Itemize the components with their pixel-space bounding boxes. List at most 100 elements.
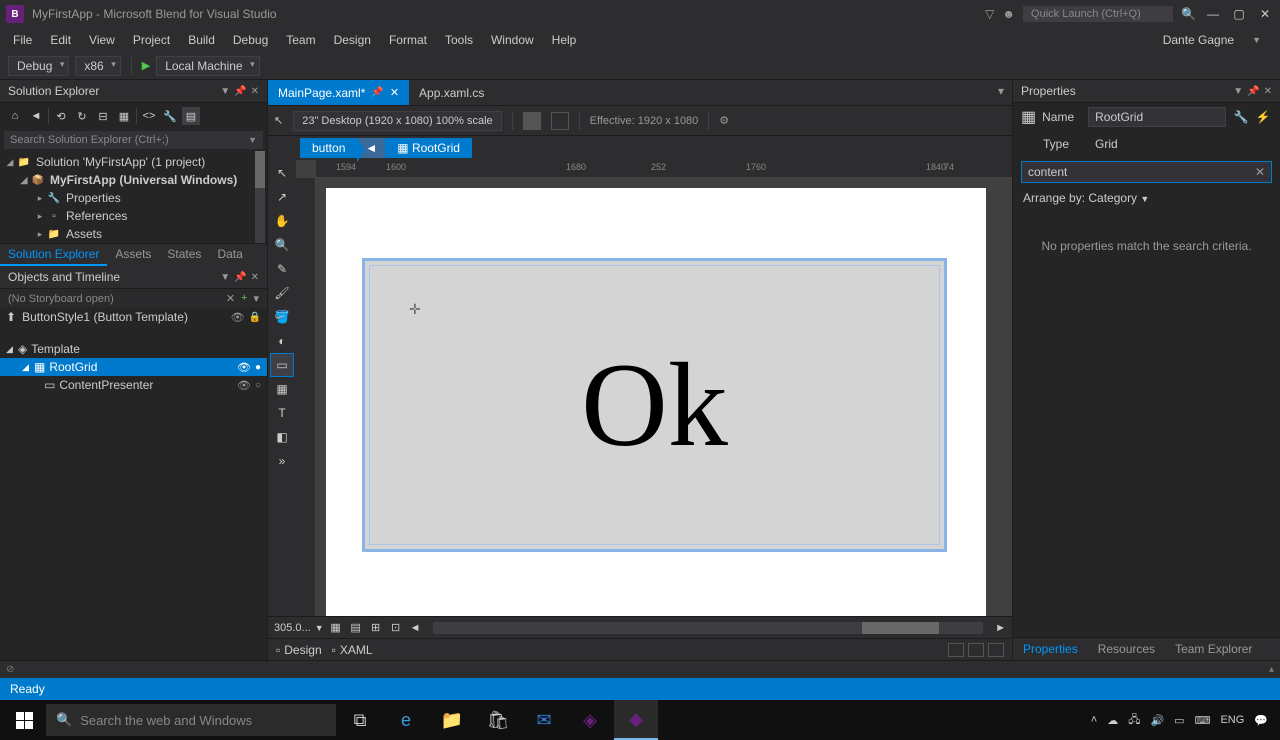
- orientation-landscape-icon[interactable]: [523, 112, 541, 130]
- start-button[interactable]: [4, 700, 44, 740]
- grid2-icon[interactable]: ▤: [348, 620, 364, 636]
- breadcrumb-rootgrid[interactable]: ▦ RootGrid: [385, 138, 472, 158]
- tree-rootgrid[interactable]: ◢ ▦ RootGrid 👁 ●: [0, 358, 267, 376]
- explorer-icon[interactable]: 📁: [430, 700, 474, 740]
- maximize-button[interactable]: ▢: [1230, 7, 1248, 21]
- device-combo[interactable]: 23" Desktop (1920 x 1080) 100% scale: [293, 111, 501, 131]
- run-target-combo[interactable]: Local Machine: [156, 56, 259, 76]
- code-icon[interactable]: <>: [140, 107, 158, 125]
- tree-contentpresenter[interactable]: ▭ ContentPresenter 👁 ○: [0, 376, 267, 394]
- template-scope[interactable]: ⬆ ButtonStyle1 (Button Template) 👁 🔒: [0, 308, 267, 326]
- taskbar-search-input[interactable]: 🔍 Search the web and Windows: [46, 704, 336, 736]
- collapse-icon[interactable]: ⊟: [94, 107, 112, 125]
- horizontal-scrollbar[interactable]: [433, 622, 984, 634]
- menu-window[interactable]: Window: [482, 30, 543, 50]
- tree-assets[interactable]: ▸📁Assets: [0, 225, 267, 243]
- tree-template[interactable]: ◢ ◈ Template: [0, 340, 267, 358]
- menu-team[interactable]: Team: [277, 30, 324, 50]
- panel-dropdown-icon[interactable]: ▼: [1233, 86, 1243, 97]
- selected-rootgrid[interactable]: ✛ Ok: [362, 258, 947, 552]
- tool-direct-icon[interactable]: ↗: [271, 186, 293, 208]
- tab-design[interactable]: ▫ Design: [276, 643, 322, 657]
- tool-gradient-icon[interactable]: ◐: [271, 330, 293, 352]
- feedback-icon[interactable]: ☻: [1002, 7, 1015, 21]
- tray-lang[interactable]: ENG: [1220, 714, 1244, 726]
- solution-node[interactable]: ◢📁Solution 'MyFirstApp' (1 project): [0, 153, 267, 171]
- outlook-icon[interactable]: ✉: [522, 700, 566, 740]
- back-icon[interactable]: ◄: [27, 107, 45, 125]
- menu-build[interactable]: Build: [179, 30, 224, 50]
- tree-references[interactable]: ▸▫References: [0, 207, 267, 225]
- pin-icon[interactable]: 📌: [371, 87, 383, 98]
- arrange-chevron-icon[interactable]: ▼: [1140, 194, 1149, 204]
- tray-network-icon[interactable]: 🖧: [1128, 711, 1140, 730]
- panel-dropdown-icon[interactable]: ▼: [220, 272, 230, 283]
- menu-file[interactable]: File: [4, 30, 41, 50]
- tray-keyboard-icon[interactable]: ⌨: [1195, 714, 1211, 727]
- tray-onedrive-icon[interactable]: ☁: [1107, 714, 1118, 727]
- visibility-toggle-icon[interactable]: 👁: [227, 311, 249, 324]
- tool-zoom-icon[interactable]: 🔍: [271, 234, 293, 256]
- zoom-value[interactable]: 305.0...: [274, 622, 311, 634]
- platform-combo[interactable]: x86: [75, 56, 120, 76]
- breadcrumb-button[interactable]: button: [300, 138, 357, 158]
- user-name[interactable]: Dante Gagne: [1154, 30, 1243, 50]
- settings-icon[interactable]: ⚙: [719, 114, 729, 127]
- tray-battery-icon[interactable]: ▭: [1174, 714, 1184, 727]
- properties-icon[interactable]: 🔧: [161, 107, 179, 125]
- tool-text-icon[interactable]: T: [271, 402, 293, 424]
- preview-icon[interactable]: ▤: [182, 107, 200, 125]
- panel-dropdown-icon[interactable]: ▼: [220, 86, 230, 97]
- tray-notifications-icon[interactable]: 💬: [1254, 714, 1268, 727]
- visibility-toggle-icon[interactable]: 👁: [233, 361, 255, 374]
- tree-properties[interactable]: ▸🔧Properties: [0, 189, 267, 207]
- tray-chevron-icon[interactable]: ˄: [1091, 714, 1097, 726]
- tool-eyedropper-icon[interactable]: ✎: [271, 258, 293, 280]
- tool-brush-icon[interactable]: 🖌: [271, 282, 293, 304]
- minimize-button[interactable]: —: [1204, 7, 1222, 21]
- snap-icon[interactable]: ⊞: [368, 620, 384, 636]
- sync-icon[interactable]: ⟲: [52, 107, 70, 125]
- arrange-by[interactable]: Arrange by: Category: [1023, 191, 1137, 205]
- record-dot-icon[interactable]: ●: [255, 362, 261, 373]
- grid1-icon[interactable]: ▦: [328, 620, 344, 636]
- menu-tools[interactable]: Tools: [436, 30, 482, 50]
- menu-design[interactable]: Design: [325, 30, 380, 50]
- orientation-portrait-icon[interactable]: [551, 112, 569, 130]
- menu-view[interactable]: View: [80, 30, 124, 50]
- artboard[interactable]: ✛ Ok: [326, 188, 986, 616]
- tab-states[interactable]: States: [159, 244, 209, 266]
- doctab-mainpage[interactable]: MainPage.xaml* 📌 ✕: [268, 80, 409, 105]
- taskview-icon[interactable]: ⧉: [338, 700, 382, 740]
- tab-resources[interactable]: Resources: [1088, 638, 1165, 660]
- tab-xaml[interactable]: ▫ XAML: [332, 643, 373, 657]
- doctab-overflow-icon[interactable]: ▾: [990, 80, 1012, 105]
- search-icon[interactable]: 🔍: [1181, 7, 1196, 21]
- name-input[interactable]: RootGrid: [1088, 107, 1226, 127]
- tool-paint-icon[interactable]: 🪣: [271, 306, 293, 328]
- storyboard-chevron-icon[interactable]: ▾: [253, 292, 259, 305]
- search-chevron-icon[interactable]: ▼: [248, 135, 257, 145]
- tab-team-explorer[interactable]: Team Explorer: [1165, 638, 1262, 660]
- panel-pin-icon[interactable]: 📌: [234, 272, 246, 283]
- tool-controls-icon[interactable]: ◧: [271, 426, 293, 448]
- zoom-chevron-icon[interactable]: ▼: [315, 623, 324, 633]
- panel-pin-icon[interactable]: 📌: [1247, 86, 1259, 97]
- user-chevron-icon[interactable]: ▼: [1243, 32, 1270, 48]
- snapline-icon[interactable]: ⊡: [388, 620, 404, 636]
- menu-edit[interactable]: Edit: [41, 30, 80, 50]
- panel-pin-icon[interactable]: 📌: [234, 86, 246, 97]
- tool-rectangle-icon[interactable]: ▭: [271, 354, 293, 376]
- close-tab-icon[interactable]: ✕: [390, 86, 399, 99]
- store-icon[interactable]: 🛍: [476, 700, 520, 740]
- tray-volume-icon[interactable]: 🔊: [1150, 714, 1164, 727]
- visualstudio-icon[interactable]: ◈: [568, 700, 612, 740]
- split-h-icon[interactable]: [948, 643, 964, 657]
- home-icon[interactable]: ⌂: [6, 107, 24, 125]
- split-v-icon[interactable]: [968, 643, 984, 657]
- scroll-left-icon[interactable]: ◄: [410, 622, 421, 634]
- scrollbar[interactable]: [255, 151, 265, 243]
- expand-icon[interactable]: ▴: [1269, 664, 1274, 675]
- quick-launch-input[interactable]: Quick Launch (Ctrl+Q): [1023, 6, 1173, 22]
- split-collapse-icon[interactable]: [988, 643, 1004, 657]
